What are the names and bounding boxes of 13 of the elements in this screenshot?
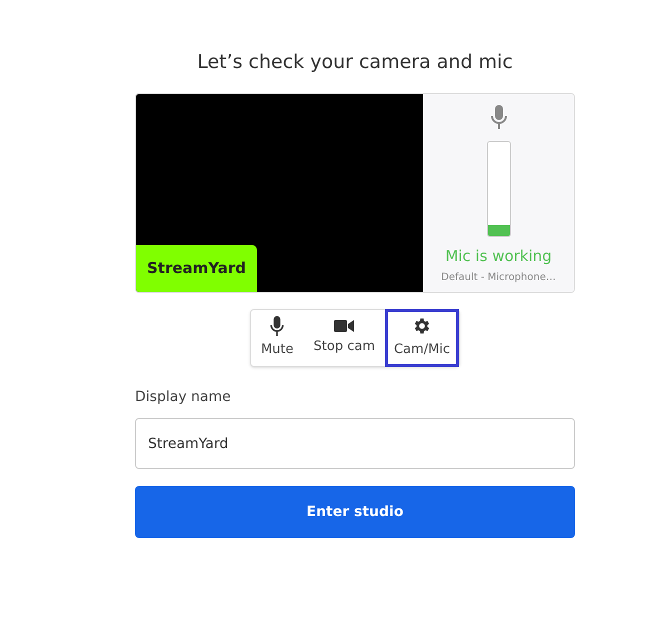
enter-studio-button[interactable]: Enter studio xyxy=(135,486,575,538)
video-camera-icon xyxy=(334,319,354,334)
microphone-icon xyxy=(490,105,506,129)
control-button[interactable]: Mute xyxy=(250,310,304,366)
control-button[interactable]: Stop cam xyxy=(304,310,385,366)
mic-status: Mic is working xyxy=(445,246,552,267)
microphone-icon xyxy=(270,316,284,336)
display-name-field[interactable]: StreamYard xyxy=(135,418,575,469)
page-heading: Let’s check your camera and mic xyxy=(196,50,514,75)
name-tag: StreamYard xyxy=(136,245,258,292)
control-button[interactable]: Cam/Mic xyxy=(384,309,460,367)
field-label: Display name xyxy=(135,388,232,407)
mic-device: Default - Microphone… xyxy=(441,270,556,284)
